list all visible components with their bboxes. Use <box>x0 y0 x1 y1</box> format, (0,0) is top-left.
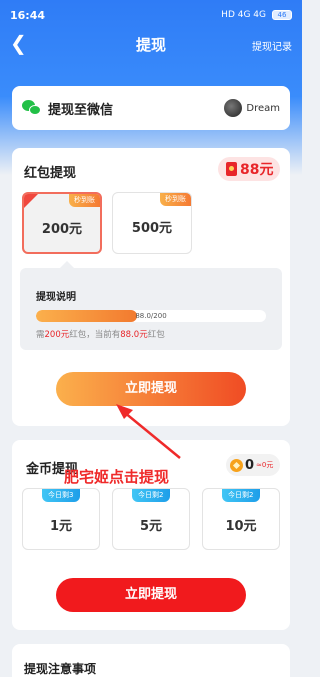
annotation-caption: 肥宅姬点击提现 <box>64 468 170 486</box>
annotation-arrow-icon <box>116 404 181 459</box>
